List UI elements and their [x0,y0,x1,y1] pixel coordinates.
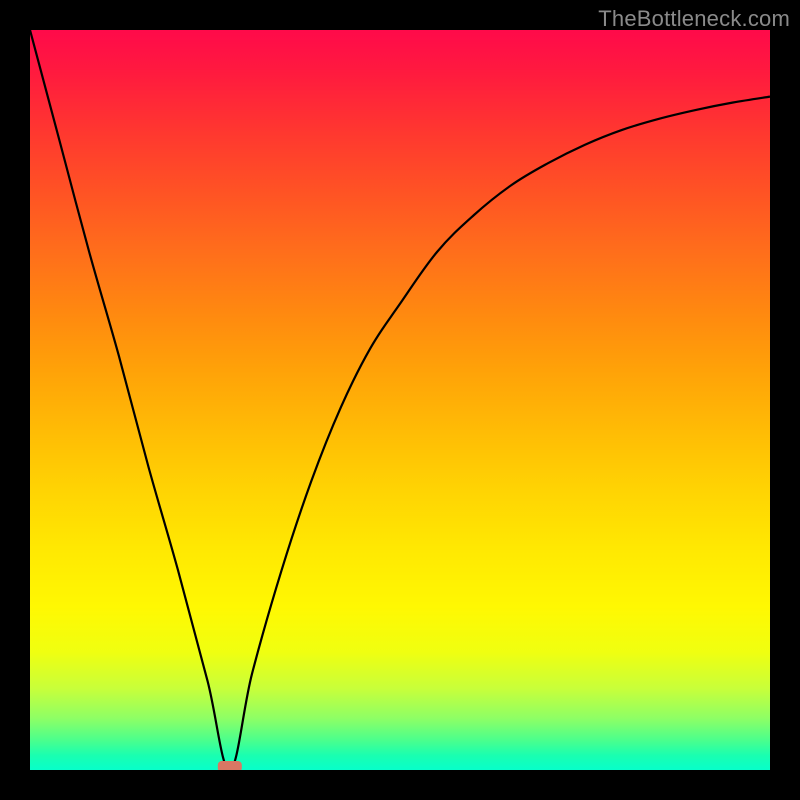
bottleneck-curve-path [30,30,770,770]
curve-svg [30,30,770,770]
plot-area [30,30,770,770]
chart-stage: TheBottleneck.com [0,0,800,800]
minimum-marker [218,761,242,770]
watermark-text: TheBottleneck.com [598,6,790,32]
